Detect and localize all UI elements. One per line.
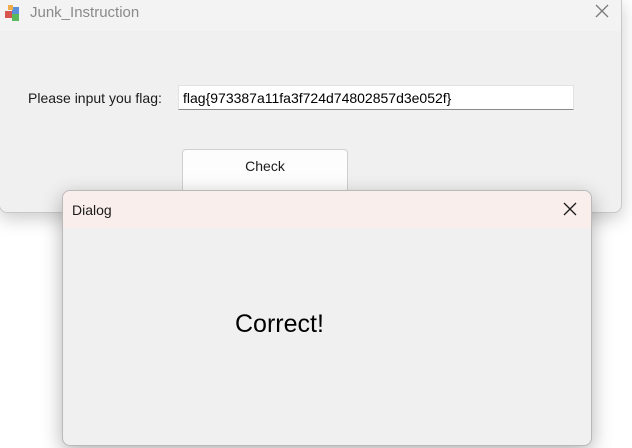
app-cube-icon xyxy=(3,3,23,23)
window-title: Junk_Instruction xyxy=(30,4,140,21)
flag-label: Please input you flag: xyxy=(28,90,162,106)
close-icon[interactable] xyxy=(563,202,577,216)
dialog-window: Dialog Correct! xyxy=(62,190,592,446)
dialog-titlebar[interactable]: Dialog xyxy=(63,191,591,228)
dialog-title: Dialog xyxy=(72,202,112,218)
close-icon[interactable] xyxy=(594,3,610,19)
main-window: Junk_Instruction Please input you flag: … xyxy=(0,0,622,213)
main-titlebar[interactable]: Junk_Instruction xyxy=(0,0,621,31)
dialog-message: Correct! xyxy=(235,310,324,338)
check-button[interactable]: Check xyxy=(182,149,348,193)
flag-input[interactable] xyxy=(178,85,574,110)
